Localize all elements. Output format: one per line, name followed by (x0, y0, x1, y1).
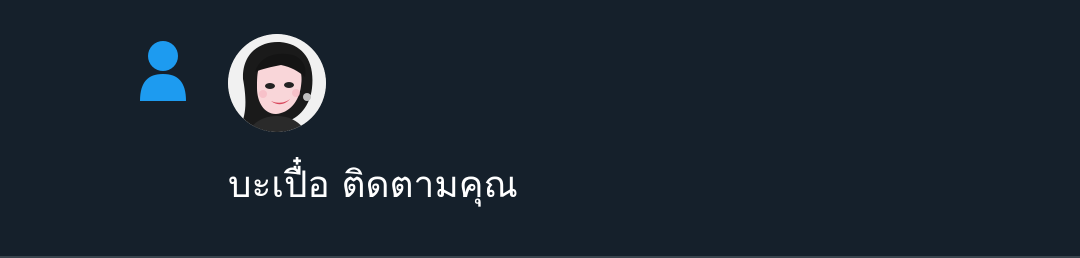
person-icon (136, 40, 190, 102)
follow-notification-row[interactable]: บะเปื๋อ ติดตามคุณ (0, 0, 1080, 258)
notification-message: บะเปื๋อ ติดตามคุณ (228, 163, 518, 206)
user-avatar[interactable] (228, 34, 326, 132)
